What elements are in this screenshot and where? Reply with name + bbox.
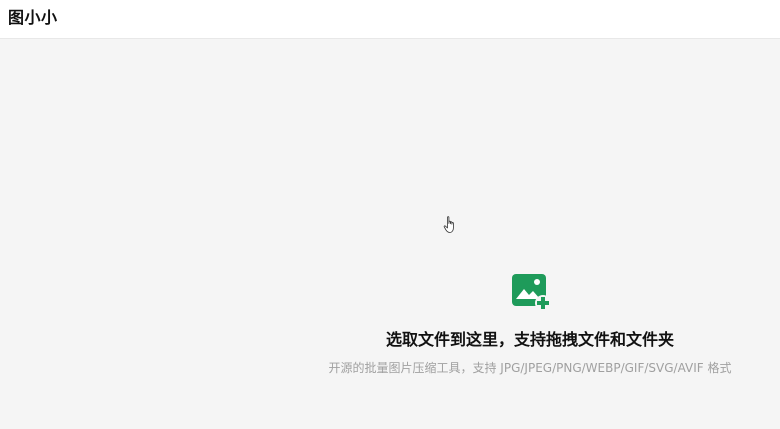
- drop-zone-subtitle: 开源的批量图片压缩工具，支持 JPG/JPEG/PNG/WEBP/GIF/SVG…: [328, 361, 732, 375]
- app-title: 图小小: [8, 8, 58, 27]
- app-header: 图小小: [0, 0, 780, 39]
- hand-pointer-icon: [443, 216, 454, 233]
- drop-zone-title: 选取文件到这里，支持拖拽文件和文件夹: [385, 330, 674, 349]
- file-drop-zone[interactable]: 选取文件到这里，支持拖拽文件和文件夹 开源的批量图片压缩工具，支持 JPG/JP…: [0, 40, 780, 429]
- image-add-icon: [512, 274, 551, 311]
